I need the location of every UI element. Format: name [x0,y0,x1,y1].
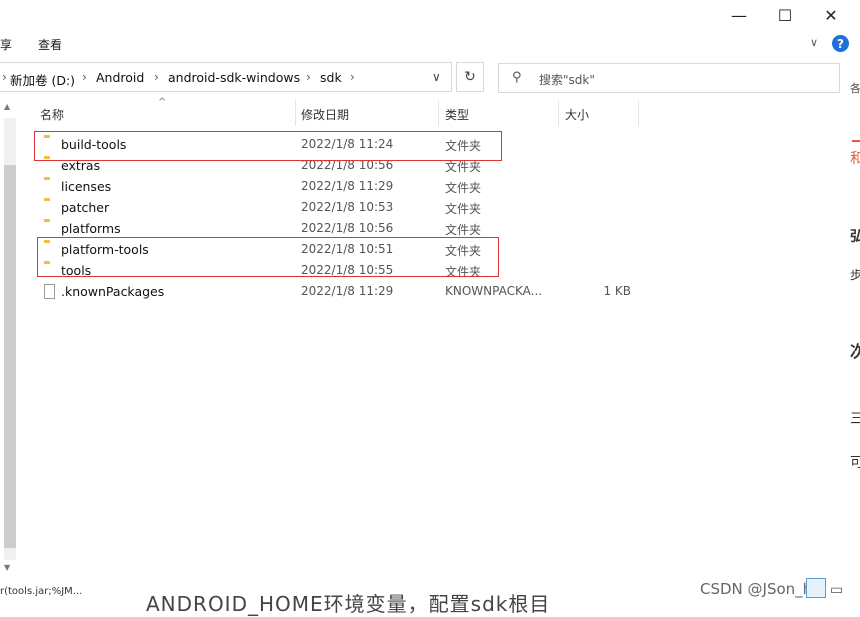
background-text: 步 [850,268,860,282]
file-name: platforms [61,221,121,236]
column-divider[interactable] [438,100,439,126]
file-type: 文件夹 [445,202,482,216]
chevron-right-icon: › [2,70,7,84]
search-placeholder: 搜索"sdk" [539,73,595,87]
file-name: patcher [61,200,110,215]
background-text: 三 [850,411,860,427]
column-divider[interactable] [558,100,559,126]
chevron-right-icon: › [82,70,87,84]
file-name: licenses [61,179,112,194]
chevron-right-icon: › [154,70,159,84]
background-article-text: ANDROID_HOME环境变量，配置sdk根目 [146,592,551,616]
search-icon: ⚲ [512,70,522,85]
details-view-icon[interactable] [806,578,826,598]
file-row[interactable]: licenses 2022/1/8 11:29 文件夹 [36,176,641,197]
file-date: 2022/1/8 10:56 [301,221,394,235]
file-row[interactable]: patcher 2022/1/8 10:53 文件夹 [36,197,641,218]
highlight-box-build-tools [34,131,502,161]
chevron-right-icon: › [350,70,355,84]
file-row[interactable]: .knownPackages 2022/1/8 11:29 KNOWNPACKA… [36,281,641,302]
background-accent-line [852,140,860,142]
breadcrumb-android-sdk-windows[interactable]: android-sdk-windows [168,70,300,85]
background-text: 和 [850,151,860,167]
background-text: 弘 [850,229,860,245]
breadcrumb-android[interactable]: Android [96,70,144,85]
column-header-modified[interactable]: 修改日期 [301,106,349,123]
background-text: 次 [850,342,860,361]
highlight-box-platform-tools [37,237,499,277]
close-button[interactable]: ✕ [808,0,854,30]
large-icons-view-icon[interactable]: ▭ [830,582,843,598]
scroll-down-arrow-icon[interactable]: ▼ [4,563,10,572]
file-type: KNOWNPACKA... [445,284,543,298]
column-header-name[interactable]: 名称 [40,106,64,123]
column-divider[interactable] [295,100,296,126]
column-divider[interactable] [638,100,639,126]
file-date: 2022/1/8 11:29 [301,179,394,193]
ribbon-collapse-chevron-icon[interactable]: ∨ [810,36,818,49]
address-history-chevron-down-icon[interactable]: ∨ [432,70,441,84]
background-text: 各 [850,82,860,95]
help-icon[interactable]: ? [832,35,849,52]
file-row[interactable]: platforms 2022/1/8 10:56 文件夹 [36,218,641,239]
breadcrumb-drive[interactable]: 新加卷 (D:) [10,70,75,89]
file-type: 文件夹 [445,181,482,195]
file-date: 2022/1/8 10:53 [301,200,394,214]
file-size: 1 KB [603,284,631,298]
background-text-snippet: r(tools.jar;%JM... [0,586,83,597]
file-icon [44,284,55,299]
chevron-right-icon: › [306,70,311,84]
file-name: .knownPackages [61,284,165,299]
nav-scrollbar-thumb[interactable] [4,165,16,548]
breadcrumb-sdk[interactable]: sdk [320,70,342,85]
scroll-up-arrow-icon[interactable]: ▲ [4,102,10,111]
column-header-type[interactable]: 类型 [445,106,469,123]
column-header-size[interactable]: 大小 [565,106,589,123]
sort-ascending-icon: ^ [158,97,167,108]
tab-view[interactable]: 查看 [38,36,860,64]
csdn-watermark: CSDN @JSon_hu [700,580,822,598]
file-type: 文件夹 [445,223,482,237]
refresh-icon[interactable]: ↻ [456,62,484,92]
background-page-strip [848,66,860,578]
minimize-button[interactable]: — [716,0,762,30]
maximize-button[interactable]: ☐ [762,0,808,30]
file-date: 2022/1/8 11:29 [301,284,394,298]
background-text: 可 [850,455,860,471]
